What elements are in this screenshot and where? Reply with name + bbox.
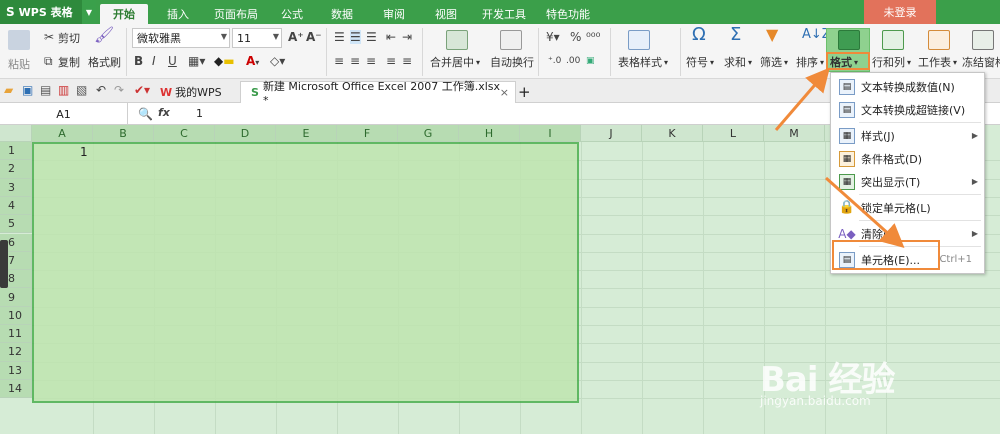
watermark-url: jingyan.baidu.com	[760, 394, 871, 408]
arrow-to-format-cells	[825, 176, 905, 248]
arrow-to-format-button	[774, 67, 830, 131]
baidu-watermark: Bai 经验 jingyan.baidu.com	[760, 352, 895, 408]
